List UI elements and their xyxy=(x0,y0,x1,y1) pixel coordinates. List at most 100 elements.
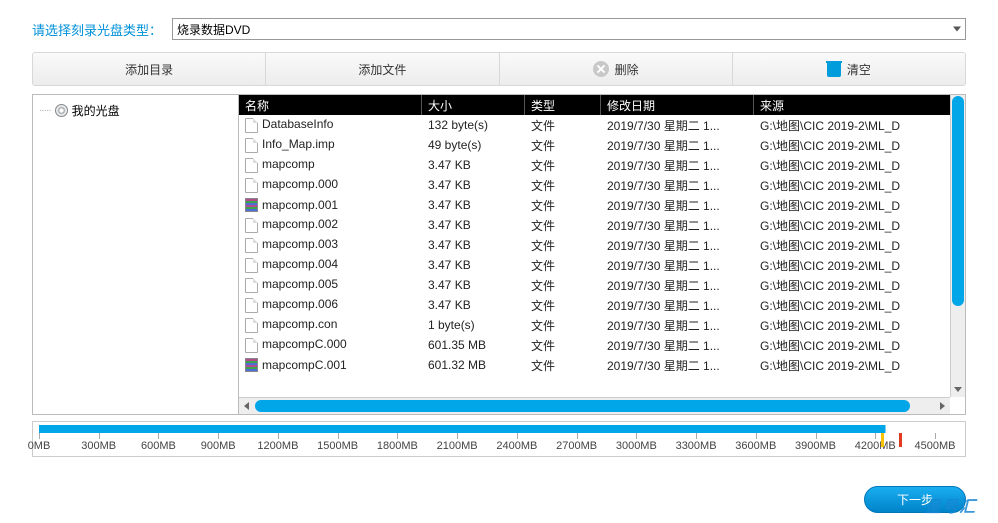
col-type[interactable]: 类型 xyxy=(525,95,601,115)
table-row[interactable]: mapcompC.001601.32 MB文件2019/7/30 星期二 1..… xyxy=(239,355,965,375)
table-row[interactable]: mapcomp3.47 KB文件2019/7/30 星期二 1...G:\地图\… xyxy=(239,155,965,175)
tick-label: 1500MB xyxy=(317,440,358,452)
tick xyxy=(935,433,936,439)
tick-label: 1800MB xyxy=(377,440,418,452)
tick-label: 600MB xyxy=(141,440,176,452)
scrollbar-thumb[interactable] xyxy=(952,96,964,306)
table-row[interactable]: mapcomp.0033.47 KB文件2019/7/30 星期二 1...G:… xyxy=(239,235,965,255)
chevron-down-icon[interactable] xyxy=(951,382,965,397)
delete-button[interactable]: 删除 xyxy=(500,53,733,85)
file-name: mapcomp.003 xyxy=(262,237,338,251)
file-size: 3.47 KB xyxy=(422,258,525,272)
disc-type-select[interactable]: 烧录数据DVD xyxy=(172,18,966,40)
close-icon xyxy=(593,61,609,77)
clear-button[interactable]: 清空 xyxy=(733,53,965,85)
table-row[interactable]: mapcomp.0013.47 KB文件2019/7/30 星期二 1...G:… xyxy=(239,195,965,215)
file-size: 132 byte(s) xyxy=(422,118,525,132)
file-type: 文件 xyxy=(525,277,601,294)
tick-label: 3300MB xyxy=(676,440,717,452)
watermark: 呈号汇 xyxy=(925,493,976,517)
file-name: DatabaseInfo xyxy=(262,117,333,131)
col-date[interactable]: 修改日期 xyxy=(601,95,754,115)
table-row[interactable]: mapcompC.000601.35 MB文件2019/7/30 星期二 1..… xyxy=(239,335,965,355)
file-icon xyxy=(245,258,258,273)
file-size: 3.47 KB xyxy=(422,198,525,212)
file-source: G:\地图\CIC 2019-2\ML_D xyxy=(754,297,965,314)
table-row[interactable]: Info_Map.imp 49 byte(s)文件2019/7/30 星期二 1.… xyxy=(239,135,965,155)
file-source: G:\地图\CIC 2019-2\ML_D xyxy=(754,177,965,194)
file-type: 文件 xyxy=(525,257,601,274)
col-size[interactable]: 大小 xyxy=(422,95,525,115)
tree-root[interactable]: ····· 我的光盘 xyxy=(37,101,234,120)
file-name: mapcomp.con xyxy=(262,317,337,331)
file-size: 1 byte(s) xyxy=(422,318,525,332)
table-row[interactable]: mapcomp.0063.47 KB文件2019/7/30 星期二 1...G:… xyxy=(239,295,965,315)
file-size: 49 byte(s) xyxy=(422,138,525,152)
chevron-right-icon[interactable] xyxy=(935,398,950,414)
tick xyxy=(875,433,876,439)
tick xyxy=(278,433,279,439)
file-icon xyxy=(245,158,258,173)
file-name: mapcomp.005 xyxy=(262,277,338,291)
file-source: G:\地图\CIC 2019-2\ML_D xyxy=(754,137,965,154)
folder-tree[interactable]: ····· 我的光盘 xyxy=(33,95,239,414)
table-row[interactable]: mapcomp.0053.47 KB文件2019/7/30 星期二 1...G:… xyxy=(239,275,965,295)
tick-label: 2100MB xyxy=(437,440,478,452)
list-header: 名称 大小 类型 修改日期 来源 xyxy=(239,95,965,115)
file-type: 文件 xyxy=(525,137,601,154)
file-date: 2019/7/30 星期二 1... xyxy=(601,357,754,374)
trash-icon xyxy=(827,61,841,77)
table-row[interactable]: DatabaseInfo132 byte(s)文件2019/7/30 星期二 1… xyxy=(239,115,965,135)
file-name: mapcompC.001 xyxy=(262,358,347,372)
file-source: G:\地图\CIC 2019-2\ML_D xyxy=(754,257,965,274)
limit-marker xyxy=(899,433,902,447)
chevron-left-icon[interactable] xyxy=(239,398,254,414)
file-source: G:\地图\CIC 2019-2\ML_D xyxy=(754,277,965,294)
file-type: 文件 xyxy=(525,217,601,234)
file-icon xyxy=(245,318,258,333)
capacity-meter: 0MB300MB600MB900MB1200MB1500MB1800MB2100… xyxy=(32,421,966,457)
tick-label: 2400MB xyxy=(496,440,537,452)
file-date: 2019/7/30 星期二 1... xyxy=(601,137,754,154)
archive-icon xyxy=(245,358,258,372)
add-file-button[interactable]: 添加文件 xyxy=(266,53,499,85)
file-source: G:\地图\CIC 2019-2\ML_D xyxy=(754,237,965,254)
file-type: 文件 xyxy=(525,177,601,194)
file-type: 文件 xyxy=(525,317,601,334)
file-list: 名称 大小 类型 修改日期 来源 DatabaseInfo 132 byte(s)… xyxy=(239,95,965,414)
tick xyxy=(517,433,518,439)
tick xyxy=(338,433,339,439)
warning-marker xyxy=(881,433,884,447)
file-source: G:\地图\CIC 2019-2\ML_D xyxy=(754,317,965,334)
tick xyxy=(397,433,398,439)
file-icon xyxy=(245,338,258,353)
file-source: G:\地图\CIC 2019-2\ML_D xyxy=(754,217,965,234)
col-source[interactable]: 来源 xyxy=(754,95,965,115)
add-folder-button[interactable]: 添加目录 xyxy=(33,53,266,85)
table-row[interactable]: mapcomp.0023.47 KB文件2019/7/30 星期二 1...G:… xyxy=(239,215,965,235)
file-date: 2019/7/30 星期二 1... xyxy=(601,257,754,274)
file-source: G:\地图\CIC 2019-2\ML_D xyxy=(754,157,965,174)
horizontal-scrollbar[interactable] xyxy=(239,397,950,414)
tick xyxy=(218,433,219,439)
file-name: mapcomp.000 xyxy=(262,177,338,191)
file-name: Info_Map.imp xyxy=(262,137,335,151)
disc-type-value: 烧录数据DVD xyxy=(177,21,250,38)
file-size: 3.47 KB xyxy=(422,178,525,192)
table-row[interactable]: mapcomp.0043.47 KB文件2019/7/30 星期二 1...G:… xyxy=(239,255,965,275)
file-size: 3.47 KB xyxy=(422,158,525,172)
file-type: 文件 xyxy=(525,237,601,254)
capacity-bar xyxy=(39,425,935,433)
file-date: 2019/7/30 星期二 1... xyxy=(601,157,754,174)
tick xyxy=(636,433,637,439)
scrollbar-thumb[interactable] xyxy=(255,400,910,412)
file-type: 文件 xyxy=(525,357,601,374)
tree-connector-icon: ····· xyxy=(39,105,51,116)
table-row[interactable]: mapcomp.con1 byte(s)文件2019/7/30 星期二 1...… xyxy=(239,315,965,335)
file-icon xyxy=(245,118,258,133)
table-row[interactable]: mapcomp.0003.47 KB文件2019/7/30 星期二 1...G:… xyxy=(239,175,965,195)
file-source: G:\地图\CIC 2019-2\ML_D xyxy=(754,117,965,134)
vertical-scrollbar[interactable] xyxy=(950,95,965,397)
tick xyxy=(39,433,40,439)
col-name[interactable]: 名称 xyxy=(239,95,422,115)
